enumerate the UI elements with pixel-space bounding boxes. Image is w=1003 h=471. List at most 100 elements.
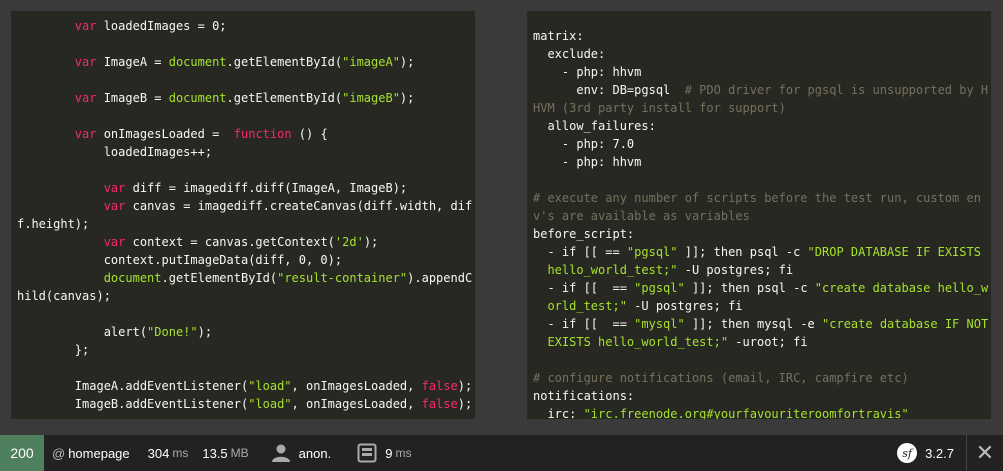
code-token: ).appendC [407, 271, 473, 285]
code-token: orld_test;" [533, 299, 627, 313]
code-token: - php: 7.0 [533, 137, 635, 151]
left-code-line: }; [17, 343, 89, 357]
left-code-line: var context = canvas.getContext('2d'); [17, 235, 379, 249]
code-token: ); [399, 55, 415, 69]
code-token: ImageA.addEventListener( [17, 379, 249, 393]
code-token: env: DB=pgsql [533, 83, 685, 97]
right-code-block: matrix: exclude: - php: hhvm env: DB=pgs… [533, 27, 991, 419]
db-metric[interactable]: 9 ms [331, 435, 411, 471]
code-token: - php: hhvm [533, 155, 642, 169]
code-token: var [103, 235, 126, 249]
left-code-line: var loadedImages = 0; [17, 19, 227, 33]
left-code-line: var onImagesLoaded = function () { [17, 127, 328, 141]
code-token: false [421, 379, 458, 393]
left-code-panel: var loadedImages = 0; var ImageA = docum… [11, 11, 475, 419]
code-token: -U postgres; fi [626, 299, 743, 313]
left-code-line: document.getElementById("result-containe… [17, 271, 472, 285]
code-token: , onImagesLoaded, [291, 379, 422, 393]
code-token: ]]; then psql -c [684, 281, 815, 295]
code-token: -uroot; fi [728, 335, 808, 349]
right-code-line: matrix: [533, 29, 584, 43]
code-token: matrix: [533, 29, 584, 43]
code-token: document [168, 91, 227, 105]
code-token: var [74, 127, 97, 141]
code-token: ImageB = [96, 91, 169, 105]
code-token: var [74, 19, 97, 33]
route-prefix: @ [52, 445, 66, 461]
right-code-panel: matrix: exclude: - php: hhvm env: DB=pgs… [527, 11, 991, 419]
code-token: f.height); [17, 217, 90, 231]
code-token: diff = imagediff.diff(ImageA, ImageB); [125, 181, 408, 195]
code-token: irc: [533, 407, 584, 419]
code-token: loadedImages++; [17, 145, 213, 159]
code-token: "create database hello_w [814, 281, 989, 295]
left-code-line: var ImageA = document.getElementById("im… [17, 55, 415, 69]
memory-value: 13.5 [202, 445, 228, 461]
right-code-line: orld_test;" -U postgres; fi [533, 299, 743, 313]
code-token: alert( [17, 325, 148, 339]
right-code-line: - if [[ == "mysql" ]]; then mysql -e "cr… [533, 317, 988, 331]
memory-unit: MB [230, 446, 249, 460]
code-token: - if [[ == [533, 281, 635, 295]
code-token: ]]; then psql -c [677, 245, 808, 259]
time-metric[interactable]: 304 ms [130, 435, 189, 471]
left-code-line: var diff = imagediff.diff(ImageA, ImageB… [17, 181, 407, 195]
code-token: var [103, 199, 126, 213]
db-time-unit: ms [395, 446, 412, 460]
code-token: var [74, 55, 97, 69]
right-code-line: # execute any number of scripts before t… [533, 191, 981, 205]
code-token: HVM (3rd party install for support) [533, 101, 786, 115]
debug-toolbar: 200 @ homepage 304 ms 13.5 MB anon. 9 ms… [0, 435, 1003, 471]
code-token: "pgsql" [634, 281, 685, 295]
code-token: var [103, 181, 126, 195]
code-token: context.putImageData(diff, 0, 0); [17, 253, 343, 267]
code-token: "imageA" [342, 55, 400, 69]
user-info[interactable]: anon. [249, 435, 331, 471]
right-code-line: hello_world_test;" -U postgres; fi [533, 263, 793, 277]
left-code-line: hild(canvas); [17, 289, 111, 303]
route-name: homepage [68, 445, 130, 461]
right-code-line: irc: "irc.freenode.org#yourfavouriteroom… [533, 407, 908, 419]
code-token: .getElementById( [226, 55, 343, 69]
code-token: document [168, 55, 227, 69]
right-code-line: before_script: [533, 227, 634, 241]
left-code-line: ImageB.addEventListener("load", onImages… [17, 397, 472, 411]
left-code-line: var ImageB = document.getElementById("im… [17, 91, 415, 105]
right-code-line: env: DB=pgsql # PDO driver for pgsql is … [533, 83, 988, 97]
close-toolbar-button[interactable]: ✕ [966, 435, 1003, 471]
right-code-line: - if [[ == "pgsql" ]]; then psql -c "cre… [533, 281, 988, 295]
route-info[interactable]: @ homepage [44, 435, 130, 471]
time-unit: ms [172, 446, 189, 460]
code-token: # configure notifications (email, IRC, c… [533, 371, 909, 385]
code-token: "load" [248, 397, 292, 411]
code-token: # PDO driver for pgsql is unsupported by… [684, 83, 989, 97]
code-token: .getElementById( [161, 271, 278, 285]
right-code-line: - php: hhvm [533, 155, 641, 169]
code-token: "pgsql" [626, 245, 678, 259]
status-code-badge[interactable]: 200 [0, 435, 44, 471]
memory-metric[interactable]: 13.5 MB [188, 435, 248, 471]
code-token: v's are available as variables [533, 209, 750, 223]
code-token: allow_failures: [533, 119, 656, 133]
code-token: # execute any number of scripts before t… [533, 191, 981, 205]
right-code-line: notifications: [533, 389, 634, 403]
code-token: - php: hhvm [533, 65, 642, 79]
code-token: }; [17, 343, 90, 357]
code-token: exclude: [533, 47, 606, 61]
code-token: '2d' [334, 235, 364, 249]
code-token: "result-container" [277, 271, 408, 285]
code-token: ImageB.addEventListener( [17, 397, 249, 411]
symfony-version[interactable]: sf 3.2.7 [897, 435, 966, 471]
code-token: - if [[ == [533, 317, 635, 331]
right-code-line: EXISTS hello_world_test;" -uroot; fi [533, 335, 808, 349]
code-token: context = canvas.getContext( [125, 235, 335, 249]
left-code-block: var loadedImages = 0; var ImageA = docum… [17, 17, 475, 413]
right-code-line: - if [[ == "pgsql" ]]; then psql -c "DRO… [533, 245, 981, 259]
right-code-line: exclude: [533, 47, 605, 61]
close-icon: ✕ [975, 440, 995, 465]
left-code-line: context.putImageData(diff, 0, 0); [17, 253, 342, 267]
